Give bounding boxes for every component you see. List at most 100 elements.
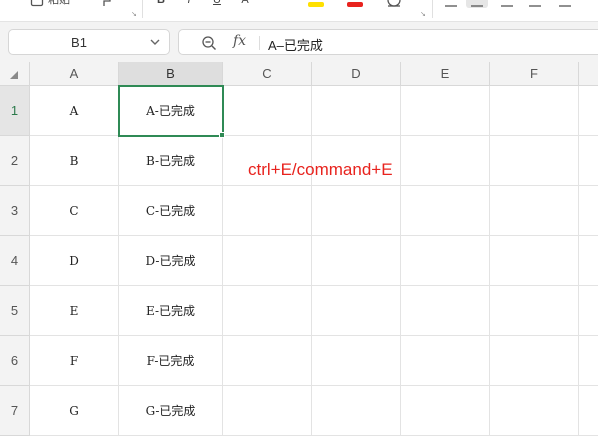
cell-b2[interactable]: B-已完成	[119, 136, 223, 186]
font-color-button[interactable]	[340, 0, 370, 8]
align-right-icon	[501, 5, 513, 7]
cell-g6[interactable]	[579, 336, 598, 386]
row-header-2[interactable]: 2	[0, 136, 30, 186]
cell-e4[interactable]	[401, 236, 490, 286]
cell-b6[interactable]: F-已完成	[119, 336, 223, 386]
column-header-g[interactable]	[579, 62, 598, 86]
italic-button[interactable]: I	[182, 0, 196, 8]
cell-b4[interactable]: D-已完成	[119, 236, 223, 286]
cell-g3[interactable]	[579, 186, 598, 236]
cell-c3[interactable]	[223, 186, 312, 236]
cell-e5[interactable]	[401, 286, 490, 336]
column-header-d[interactable]: D	[312, 62, 401, 86]
paste-button[interactable]: 粘贴	[24, 0, 76, 7]
spreadsheet-grid: A B C D E F 1 A A-已完成 2 B B-已完成 3 C C-已完成 4 D D-已完成…	[0, 62, 598, 440]
row-header-5[interactable]: 5	[0, 286, 30, 336]
cell-d6[interactable]	[312, 336, 401, 386]
cell-c7[interactable]	[223, 386, 312, 436]
cell-g4[interactable]	[579, 236, 598, 286]
cell-g1[interactable]	[579, 86, 598, 136]
highlight-color-button[interactable]	[300, 0, 330, 8]
column-header-e[interactable]: E	[401, 62, 490, 86]
clipboard-group-expand-icon[interactable]: ↘	[131, 11, 137, 18]
clear-format-button[interactable]	[382, 0, 406, 8]
formula-input[interactable]: fx A–已完成	[178, 29, 598, 55]
column-header-c[interactable]: C	[223, 62, 312, 86]
cell-f4[interactable]	[490, 236, 579, 286]
cell-c1[interactable]	[223, 86, 312, 136]
cell-e3[interactable]	[401, 186, 490, 236]
cell-e2[interactable]	[401, 136, 490, 186]
name-box-value: B1	[71, 35, 87, 50]
cell-c5[interactable]	[223, 286, 312, 336]
cell-d7[interactable]	[312, 386, 401, 436]
cell-g5[interactable]	[579, 286, 598, 336]
font-color-icon	[347, 2, 363, 7]
cell-a3[interactable]: C	[30, 186, 119, 236]
zoom-out-icon[interactable]	[201, 35, 217, 51]
name-box[interactable]: B1	[8, 29, 170, 55]
cell-e6[interactable]	[401, 336, 490, 386]
cell-b7[interactable]: G-已完成	[119, 386, 223, 436]
ribbon-toolbar: 粘贴 ↘ B I U A ↘	[0, 0, 598, 22]
cell-f3[interactable]	[490, 186, 579, 236]
distributed-align-button[interactable]	[557, 0, 573, 8]
cell-a2[interactable]: B	[30, 136, 119, 186]
align-left-button[interactable]	[443, 0, 459, 8]
bold-button[interactable]: B	[154, 0, 168, 8]
column-header-f[interactable]: F	[490, 62, 579, 86]
cell-a4[interactable]: D	[30, 236, 119, 286]
chevron-down-icon[interactable]	[149, 35, 161, 49]
cell-a7[interactable]: G	[30, 386, 119, 436]
fill-handle[interactable]	[219, 132, 225, 138]
column-header-a[interactable]: A	[30, 62, 119, 86]
cell-e7[interactable]	[401, 386, 490, 436]
underline-button[interactable]: U	[210, 0, 224, 8]
align-justify-button[interactable]	[527, 0, 543, 8]
cell-f7[interactable]	[490, 386, 579, 436]
row-header-7[interactable]: 7	[0, 386, 30, 436]
strikethrough-button[interactable]: A	[238, 0, 252, 8]
cell-a6[interactable]: F	[30, 336, 119, 386]
paste-icon	[30, 0, 44, 7]
fx-icon[interactable]: fx	[233, 33, 246, 49]
align-right-button[interactable]	[499, 0, 515, 8]
cell-c4[interactable]	[223, 236, 312, 286]
cell-b5[interactable]: E-已完成	[119, 286, 223, 336]
format-painter-icon	[103, 0, 111, 6]
cell-c6[interactable]	[223, 336, 312, 386]
row-header-3[interactable]: 3	[0, 186, 30, 236]
toolbar-divider	[432, 0, 433, 18]
select-all-icon	[10, 71, 18, 79]
font-group-expand-icon[interactable]: ↘	[420, 11, 426, 18]
formula-value[interactable]: A–已完成	[268, 35, 323, 54]
cell-d3[interactable]	[312, 186, 401, 236]
cell-d5[interactable]	[312, 286, 401, 336]
cell-d1[interactable]	[312, 86, 401, 136]
highlight-color-icon	[308, 2, 324, 7]
select-all-corner[interactable]	[0, 62, 30, 86]
cell-b3[interactable]: C-已完成	[119, 186, 223, 236]
align-center-button[interactable]	[466, 0, 488, 8]
format-painter-button[interactable]	[96, 0, 114, 8]
cell-f6[interactable]	[490, 336, 579, 386]
cell-b1[interactable]: A-已完成	[119, 86, 223, 136]
cell-a1[interactable]: A	[30, 86, 119, 136]
column-header-b[interactable]: B	[119, 62, 223, 86]
cell-f2[interactable]	[490, 136, 579, 186]
row-header-4[interactable]: 4	[0, 236, 30, 286]
toolbar-divider	[142, 0, 143, 18]
cell-d4[interactable]	[312, 236, 401, 286]
cell-g7[interactable]	[579, 386, 598, 436]
cell-e1[interactable]	[401, 86, 490, 136]
row-header-6[interactable]: 6	[0, 336, 30, 386]
align-center-icon	[471, 5, 483, 7]
cell-a5[interactable]: E	[30, 286, 119, 336]
cell-f1[interactable]	[490, 86, 579, 136]
formula-divider	[259, 36, 260, 50]
row-header-1[interactable]: 1	[0, 86, 30, 136]
cell-g2[interactable]	[579, 136, 598, 186]
cell-f5[interactable]	[490, 286, 579, 336]
paste-label: 粘贴	[48, 0, 70, 6]
align-justify-icon	[529, 5, 541, 7]
